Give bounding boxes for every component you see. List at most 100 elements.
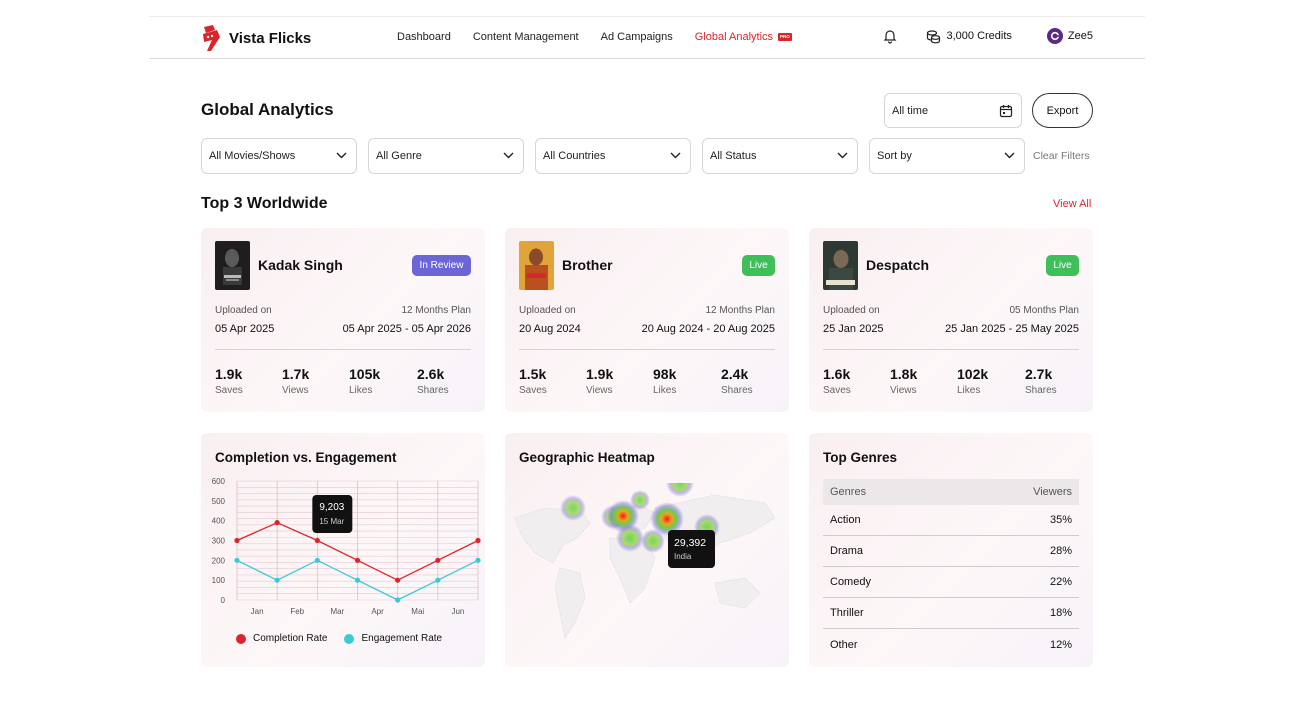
y-tick-label: 600 <box>212 477 226 486</box>
filter-countries[interactable]: All Countries <box>535 138 691 174</box>
legend-completion[interactable]: Completion Rate <box>236 633 327 644</box>
stat-value: 2.7k <box>1025 366 1053 382</box>
y-tick-label: 500 <box>212 497 226 506</box>
uploaded-date: 20 Aug 2024 <box>519 323 581 335</box>
stat-value: 98k <box>653 366 677 382</box>
stat-label: Views <box>890 385 917 396</box>
x-tick-label: Apr <box>371 607 384 616</box>
poster-kadak-singh <box>215 241 250 290</box>
genre-name: Action <box>830 514 861 526</box>
table-row[interactable]: Comedy 22% <box>823 567 1079 598</box>
stat-value: 1.8k <box>890 366 918 382</box>
content-card[interactable]: Brother Live Uploaded on 12 Months Plan … <box>505 228 789 412</box>
y-tick-label: 100 <box>212 576 226 585</box>
plan-label: 12 Months Plan <box>401 305 472 316</box>
panel-title: Completion vs. Engagement <box>215 450 397 465</box>
uploaded-date: 25 Jan 2025 <box>823 323 884 335</box>
nav-link-global-analytics[interactable]: Global Analytics PRO <box>695 31 792 43</box>
genre-name: Drama <box>830 545 864 557</box>
chart-legend: Completion Rate Engagement Rate <box>236 633 442 644</box>
nav-right: 3,000 Credits Zee5 <box>882 28 1093 44</box>
stat-shares: 2.7k Shares <box>1025 366 1057 396</box>
x-tick-label: Feb <box>290 607 304 616</box>
stat-saves: 1.6k Saves <box>823 366 851 396</box>
card-title: Despatch <box>866 257 930 273</box>
date-range-value: All time <box>892 104 929 117</box>
card-title: Brother <box>562 257 613 273</box>
credits[interactable]: 3,000 Credits <box>926 29 1012 44</box>
y-tick-label: 0 <box>221 596 226 605</box>
chevron-down-icon <box>837 152 848 159</box>
data-point <box>274 520 280 526</box>
column-header-genres[interactable]: Genres <box>830 486 866 498</box>
divider <box>519 349 775 350</box>
filter-movies-shows[interactable]: All Movies/Shows <box>201 138 357 174</box>
calendar-icon <box>999 105 1013 118</box>
content-card[interactable]: Despatch Live Uploaded on 05 Months Plan… <box>809 228 1093 412</box>
brand[interactable]: Vista Flicks <box>201 25 311 51</box>
export-button[interactable]: Export <box>1032 93 1093 128</box>
stat-value: 105k <box>349 366 381 382</box>
plan-range: 05 Apr 2025 - 05 Apr 2026 <box>342 323 471 335</box>
stat-views: 1.7k Views <box>282 366 309 396</box>
poster-image <box>215 241 250 290</box>
stat-label: Likes <box>653 385 677 396</box>
table-row[interactable]: Other 12% <box>823 629 1079 660</box>
column-header-viewers[interactable]: Viewers <box>1033 486 1072 498</box>
page-title: Global Analytics <box>201 100 334 119</box>
status-badge: Live <box>1046 255 1079 276</box>
genre-name: Comedy <box>830 576 871 588</box>
stat-label: Saves <box>215 385 243 396</box>
data-point <box>234 537 240 544</box>
y-tick-label: 300 <box>212 537 226 546</box>
stat-value: 1.9k <box>586 366 614 382</box>
stat-value: 1.6k <box>823 366 851 382</box>
chevron-down-icon <box>670 152 681 159</box>
y-tick-label: 200 <box>212 556 226 565</box>
uploaded-date: 05 Apr 2025 <box>215 323 275 335</box>
user-menu[interactable]: Zee5 <box>1046 28 1093 44</box>
nav-link-ad-campaigns[interactable]: Ad Campaigns <box>601 31 673 43</box>
filter-status[interactable]: All Status <box>702 138 858 174</box>
plan-label: 12 Months Plan <box>705 305 776 316</box>
stat-value: 2.4k <box>721 366 749 382</box>
filter-genre[interactable]: All Genre <box>368 138 524 174</box>
nav-links: Dashboard Content Management Ad Campaign… <box>397 31 792 43</box>
sort-by-select[interactable]: Sort by <box>869 138 1025 174</box>
poster-image <box>519 241 554 290</box>
stat-label: Shares <box>417 385 449 396</box>
x-tick-label: Jun <box>451 607 464 616</box>
stat-value: 1.7k <box>282 366 310 382</box>
brand-name: Vista Flicks <box>229 29 312 47</box>
genre-value: 18% <box>1049 607 1072 619</box>
table-row[interactable]: Thriller 18% <box>823 598 1079 629</box>
content-card[interactable]: Kadak Singh In Review Uploaded on 12 Mon… <box>201 228 485 412</box>
date-range-picker[interactable]: All time <box>884 93 1022 128</box>
stat-value: 2.6k <box>417 366 445 382</box>
x-tick-label: Jan <box>251 607 264 616</box>
top-navbar: Vista Flicks Dashboard Content Managemen… <box>149 17 1145 59</box>
geographic-heatmap-panel: Geographic Heatmap 29,392 India <box>505 433 789 667</box>
genres-table: Genres Viewers Action 35% Drama 28% Comedy… <box>823 479 1079 660</box>
view-all-link[interactable]: View All <box>1053 198 1091 210</box>
user-name: Zee5 <box>1067 30 1093 42</box>
nav-link-dashboard[interactable]: Dashboard <box>397 31 451 43</box>
card-title: Kadak Singh <box>258 257 343 273</box>
nav-link-content-management[interactable]: Content Management <box>473 31 579 43</box>
tooltip-date: 15 Mar <box>319 517 344 526</box>
bell-icon[interactable] <box>882 28 898 44</box>
legend-engagement[interactable]: Engagement Rate <box>344 633 442 644</box>
y-tick-label: 400 <box>212 517 226 526</box>
clear-filters-link[interactable]: Clear Filters <box>1033 150 1090 162</box>
zee5-logo-icon <box>1050 31 1060 41</box>
data-point <box>234 557 240 563</box>
uploaded-label: Uploaded on <box>823 305 880 316</box>
data-point <box>475 537 481 544</box>
x-tick-label: Mai <box>411 607 424 616</box>
plan-label: 05 Months Plan <box>1009 305 1080 316</box>
table-row[interactable]: Action 35% <box>823 505 1079 536</box>
table-row[interactable]: Drama 28% <box>823 536 1079 567</box>
world-heatmap[interactable] <box>505 483 789 663</box>
genre-name: Other <box>830 638 858 651</box>
panel-title: Geographic Heatmap <box>519 450 655 465</box>
